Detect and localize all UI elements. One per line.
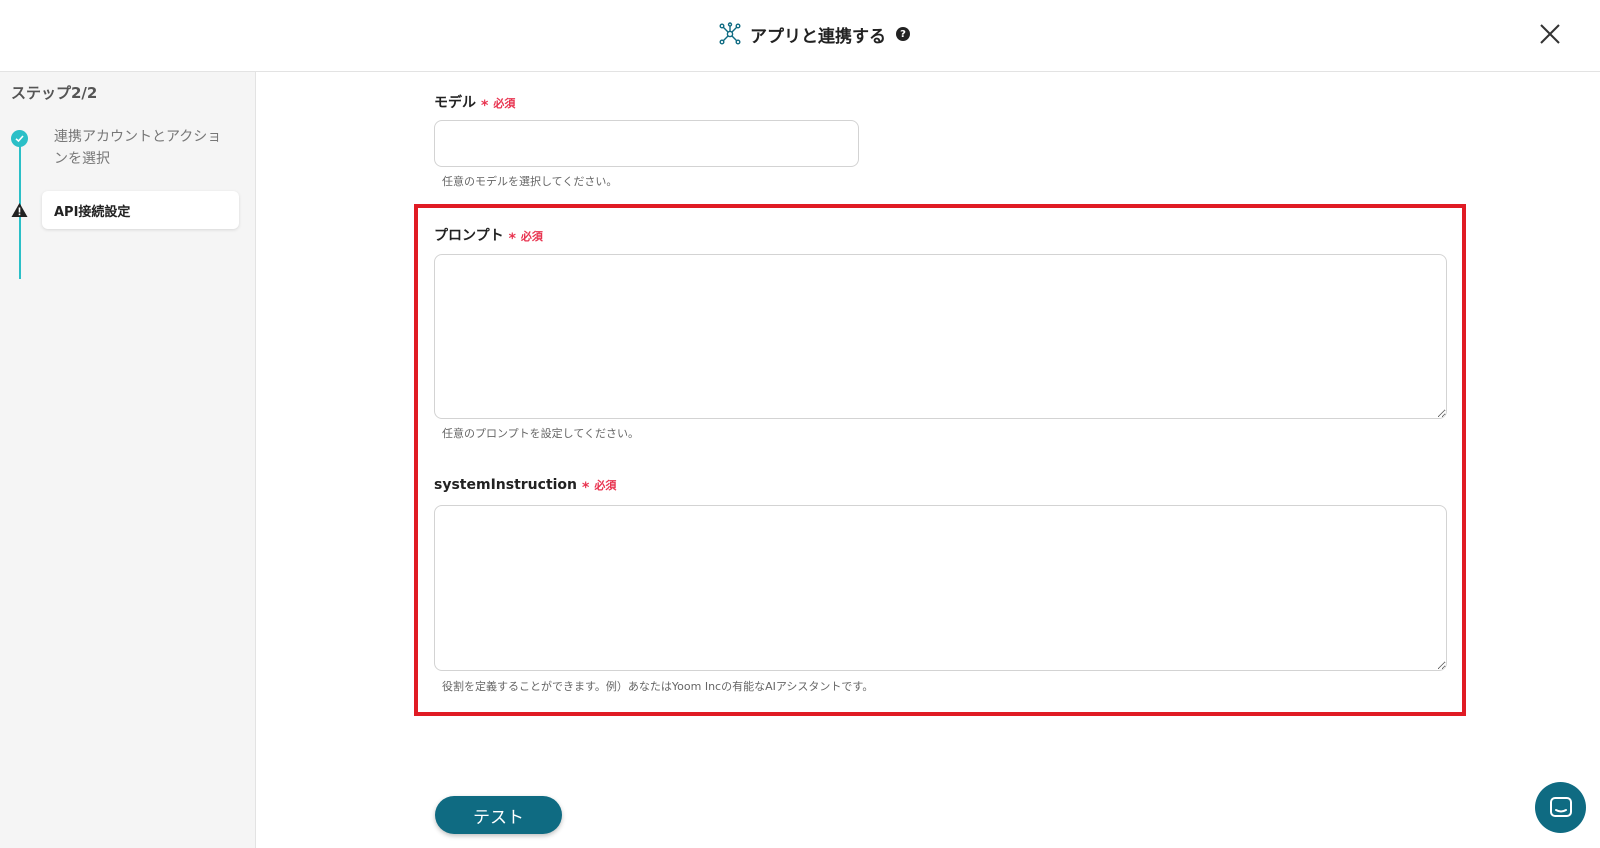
page-title: アプリと連携する — [750, 26, 886, 47]
close-button[interactable] — [1536, 20, 1564, 48]
required-text: 必須 — [493, 97, 516, 110]
model-select[interactable] — [434, 120, 859, 167]
prompt-hint: 任意のプロンプトを設定してください。 — [442, 427, 640, 440]
model-hint: 任意のモデルを選択してください。 — [442, 175, 618, 188]
required-mark: * — [582, 480, 590, 496]
system-instruction-label: systemInstruction * 必須 — [434, 477, 617, 496]
sidebar-item-select-account[interactable]: 連携アカウントとアクションを選択 — [54, 126, 229, 170]
modal-header: アプリと連携する ? — [0, 0, 1600, 72]
model-label: モデル * 必須 — [434, 92, 516, 114]
test-button[interactable]: テスト — [435, 796, 562, 834]
sidebar-item-api-settings[interactable]: API接続設定 — [42, 191, 239, 229]
header-title-group: アプリと連携する ? — [718, 20, 910, 48]
system-instruction-textarea[interactable] — [434, 505, 1447, 671]
check-icon — [11, 130, 28, 147]
required-mark: * — [481, 98, 489, 114]
prompt-label-text: プロンプト — [434, 228, 504, 244]
sidebar-item-label: API接続設定 — [54, 204, 131, 220]
step-count: ステップ2/2 — [11, 84, 98, 102]
warning-icon — [11, 203, 28, 217]
app-network-icon — [719, 22, 741, 45]
prompt-textarea[interactable] — [434, 254, 1447, 419]
system-instruction-label-text: systemInstruction — [434, 477, 578, 493]
required-mark: * — [508, 231, 516, 247]
required-text: 必須 — [520, 230, 543, 243]
close-icon — [1540, 24, 1560, 44]
step-sidebar: ステップ2/2 連携アカウントとアクションを選択 API接続設定 — [0, 72, 256, 848]
help-icon[interactable]: ? — [896, 27, 910, 41]
system-instruction-hint: 役割を定義することができます。例）あなたはYoom Incの有能なAIアシスタン… — [442, 680, 874, 693]
required-text: 必須 — [594, 479, 617, 492]
model-label-text: モデル — [434, 95, 476, 111]
chat-icon — [1549, 796, 1572, 817]
prompt-label: プロンプト * 必須 — [434, 225, 543, 247]
chat-button[interactable] — [1535, 782, 1586, 833]
